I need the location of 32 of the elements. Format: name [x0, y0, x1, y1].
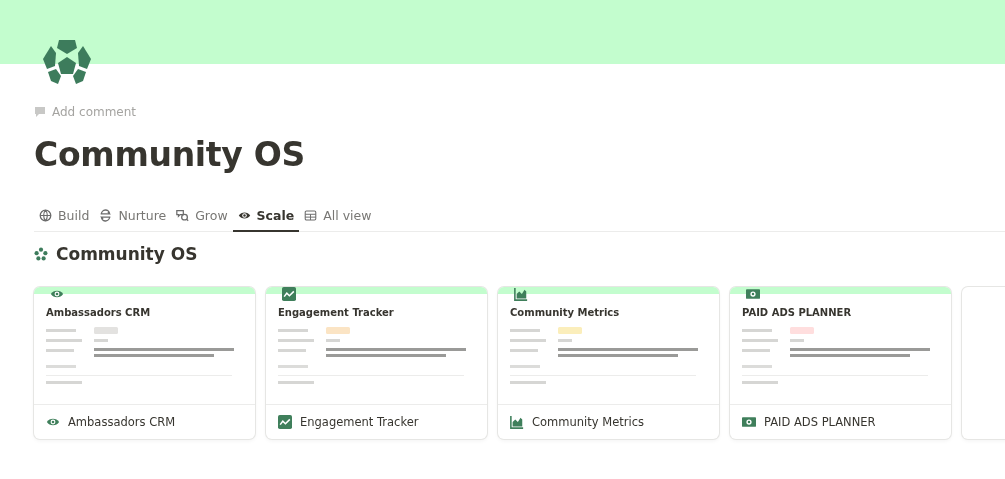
card-title: Ambassadors CRM	[68, 415, 176, 429]
gallery-card[interactable]	[962, 287, 1005, 439]
gallery-card[interactable]: Engagement Tracker Engagement Tracker	[266, 287, 487, 439]
page-title: Community OS	[34, 134, 306, 176]
area-chart-icon	[510, 415, 524, 429]
gallery-card[interactable]: Community Metrics Community Metrics	[498, 287, 719, 439]
card-title: PAID ADS PLANNER	[764, 415, 876, 429]
eye-icon	[237, 209, 251, 222]
gallery-card[interactable]: PAID ADS PLANNER PAID ADS PLANNER	[730, 287, 951, 439]
table-icon	[304, 209, 318, 222]
trend-chart-icon	[278, 415, 292, 429]
trend-chart-icon	[280, 287, 298, 301]
banknote-icon	[744, 287, 762, 301]
area-chart-icon	[512, 287, 530, 301]
view-tab[interactable]: Build	[34, 201, 95, 232]
view-tab[interactable]: Scale	[232, 201, 300, 232]
banknote-icon	[742, 415, 756, 429]
arrows-icon	[99, 209, 113, 222]
preview-title: PAID ADS PLANNER	[742, 307, 853, 320]
card-title: Community Metrics	[532, 415, 644, 429]
comment-icon	[34, 106, 46, 118]
view-tab[interactable]: Grow	[171, 201, 233, 232]
card-title: Engagement Tracker	[300, 415, 419, 429]
preview-title: Community Metrics	[510, 307, 621, 320]
view-tab[interactable]: All view	[299, 201, 377, 232]
section-title: Community OS	[56, 244, 198, 264]
gallery-card[interactable]: Ambassadors CRM Ambassadors CRM	[34, 287, 255, 439]
preview-title: Ambassadors CRM	[46, 307, 152, 320]
preview-title: Engagement Tracker	[278, 307, 395, 320]
globe-icon	[39, 209, 52, 222]
chat-icon	[176, 209, 190, 222]
view-tab[interactable]: Nurture	[94, 201, 172, 232]
